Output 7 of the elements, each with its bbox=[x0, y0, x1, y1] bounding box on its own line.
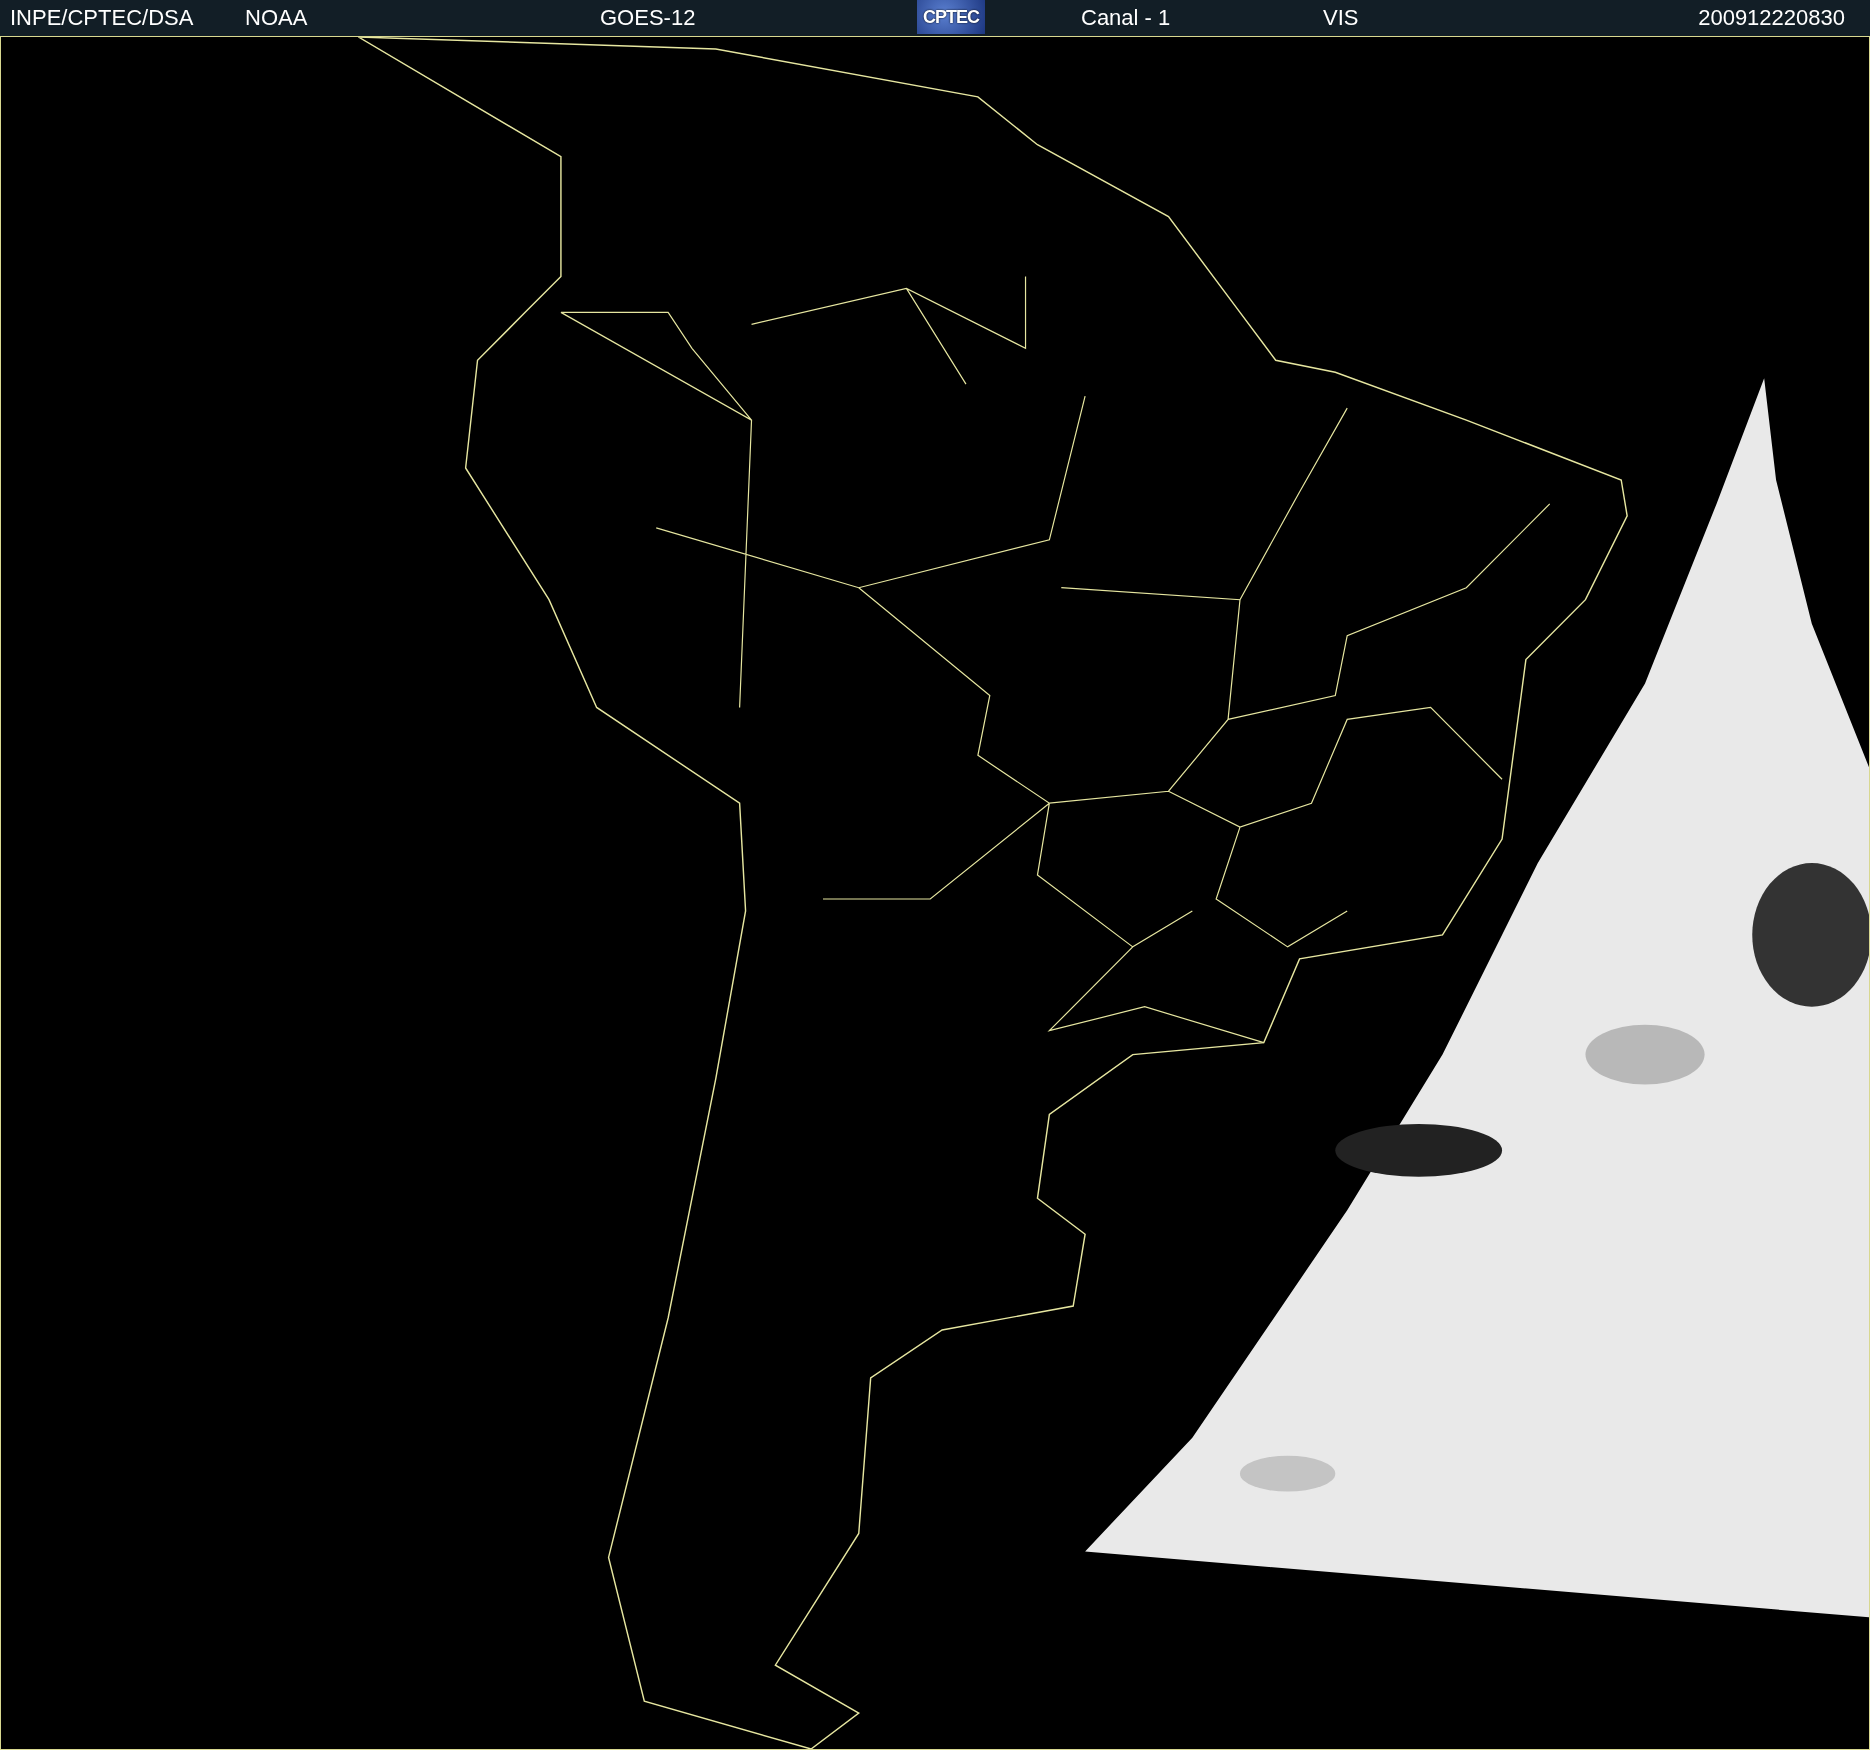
header-label: Canal - 1 bbox=[1081, 5, 1171, 31]
header-label: 200912220830 bbox=[1698, 5, 1845, 31]
header-label: GOES-12 bbox=[600, 5, 696, 31]
logo: CPTEC bbox=[917, 0, 985, 34]
header-label: NOAA bbox=[245, 5, 308, 31]
header-label: INPE/CPTEC/DSA bbox=[10, 5, 194, 31]
header-label: VIS bbox=[1323, 5, 1359, 31]
